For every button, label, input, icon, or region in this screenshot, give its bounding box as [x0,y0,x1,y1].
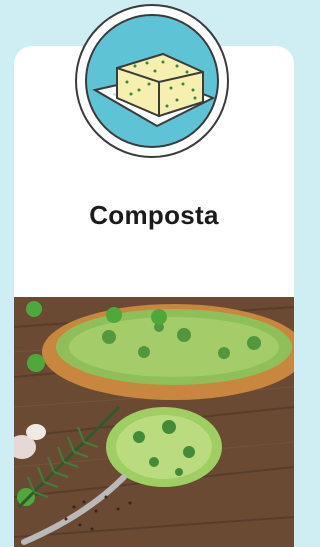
product-title: Composta [89,200,219,230]
herb-butter-bread-photo [14,297,294,547]
product-icon-badge [75,4,229,158]
butter-block-icon [92,52,216,128]
badge-circle [85,14,219,148]
